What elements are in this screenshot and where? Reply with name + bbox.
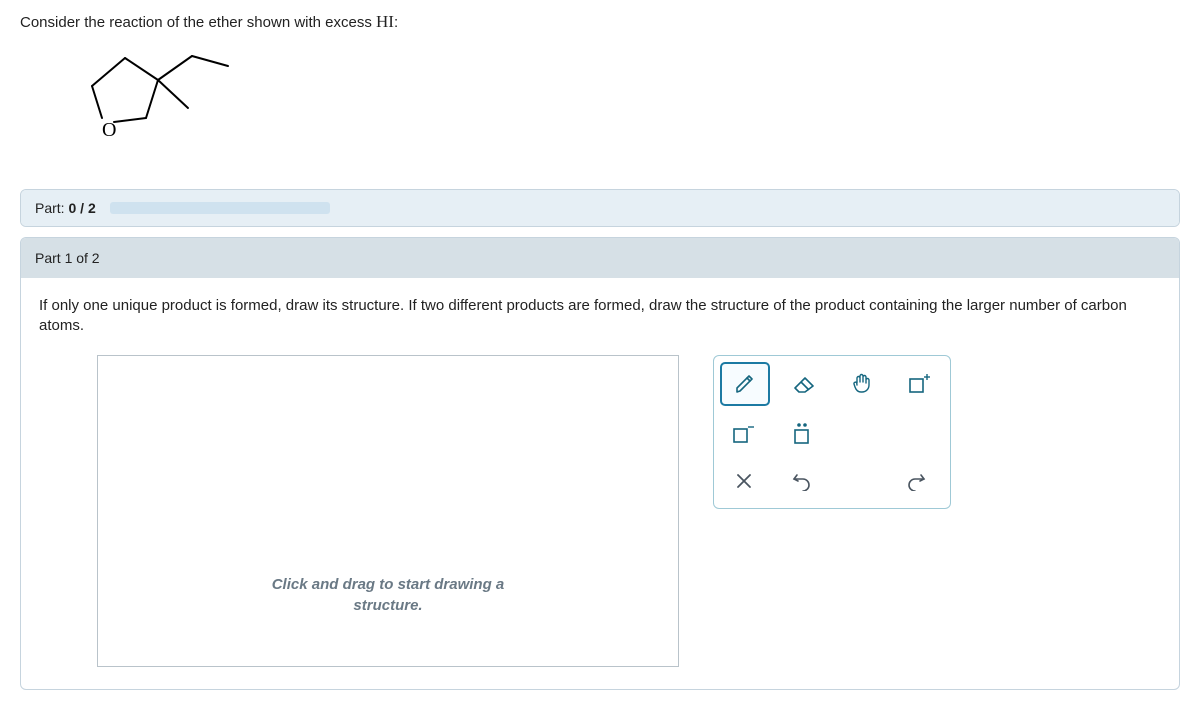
charge-minus-icon (730, 421, 758, 445)
molecule-diagram: O (80, 46, 1180, 159)
charge-minus-tool-button[interactable] (720, 412, 768, 454)
undo-button[interactable] (778, 460, 826, 502)
eraser-tool-button[interactable] (780, 362, 828, 404)
tool-panel (713, 355, 951, 509)
hand-tool-button[interactable] (838, 362, 886, 404)
progress-bar (110, 202, 330, 214)
charge-plus-tool-button[interactable] (896, 362, 944, 404)
progress-label: Part: 0 / 2 (35, 200, 96, 216)
canvas-hint: Click and drag to start drawing a struct… (272, 575, 505, 616)
part-card: Part 1 of 2 If only one unique product i… (20, 237, 1180, 690)
undo-icon (791, 471, 813, 491)
prompt-colon: : (394, 14, 398, 31)
redo-button[interactable] (892, 460, 940, 502)
redo-icon (905, 471, 927, 491)
prompt-hi: HI (376, 12, 394, 31)
clear-button[interactable] (720, 460, 768, 502)
part-instruction: If only one unique product is formed, dr… (39, 296, 1161, 337)
lone-pair-tool-button[interactable] (778, 412, 826, 454)
eraser-icon (791, 372, 817, 394)
progress-card: Part: 0 / 2 (20, 189, 1180, 227)
lone-pair-icon (788, 421, 816, 445)
hand-icon (850, 371, 874, 395)
close-icon (735, 472, 753, 490)
charge-plus-icon (906, 371, 934, 395)
oxygen-label: O (102, 119, 116, 141)
prompt-text: Consider the reaction of the ether shown… (20, 14, 376, 31)
question-prompt: Consider the reaction of the ether shown… (20, 12, 1180, 32)
pencil-tool-button[interactable] (720, 362, 770, 406)
pencil-icon (733, 372, 757, 396)
drawing-canvas[interactable]: Click and drag to start drawing a struct… (97, 355, 679, 667)
part-header: Part 1 of 2 (21, 238, 1179, 278)
